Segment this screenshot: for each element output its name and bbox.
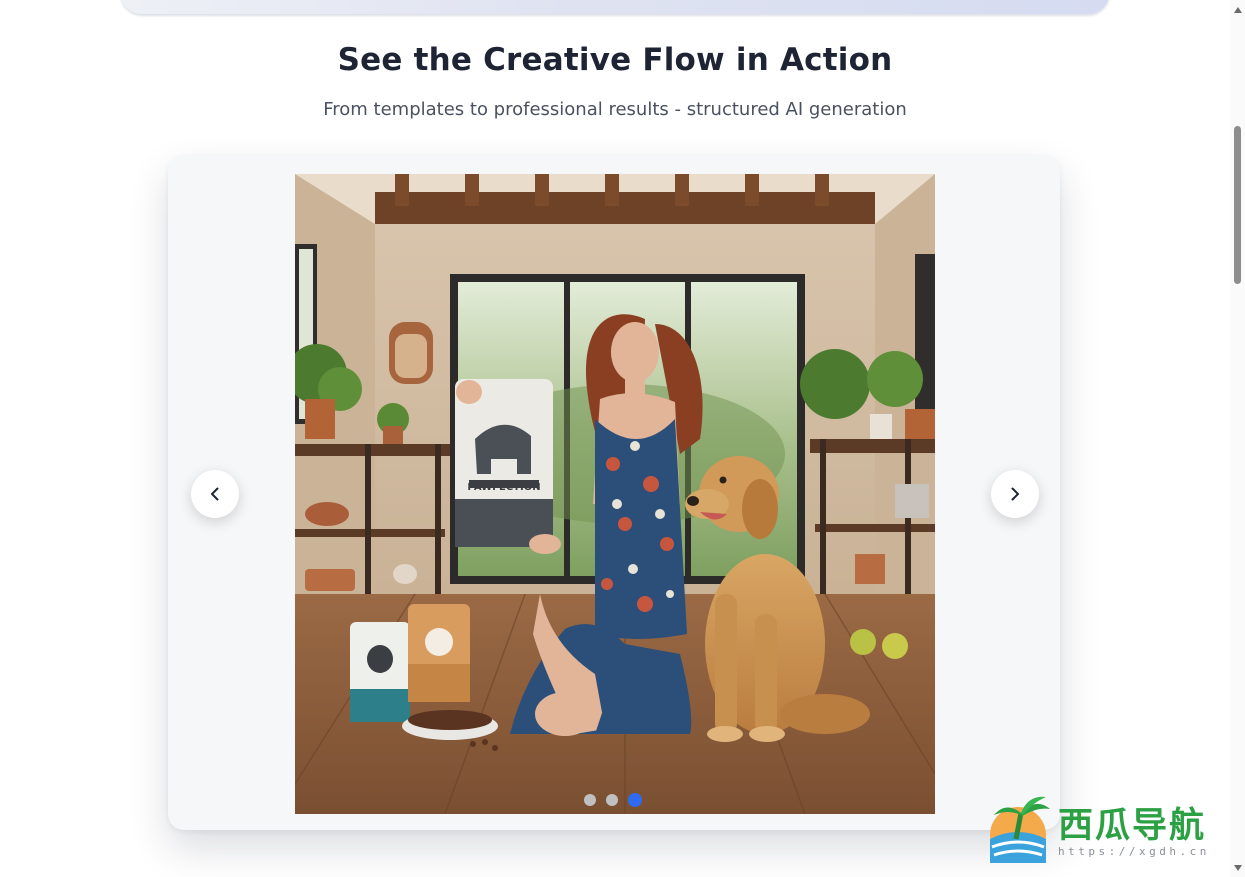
section-subtitle: From templates to professional results -… <box>323 99 907 120</box>
slide-image: PAWFECTION <box>295 174 935 814</box>
section-title: See the Creative Flow in Action <box>337 42 893 78</box>
carousel-dot-1[interactable] <box>584 794 596 806</box>
carousel-dot-3-active[interactable] <box>628 793 642 807</box>
top-banner <box>120 0 1110 14</box>
carousel-prev-button[interactable] <box>191 470 239 518</box>
vertical-scrollbar[interactable] <box>1230 0 1245 877</box>
scroll-down-arrow-icon[interactable] <box>1230 860 1245 875</box>
scroll-up-arrow-icon[interactable] <box>1230 2 1245 17</box>
chevron-left-icon <box>211 487 219 501</box>
carousel-dots <box>584 793 642 807</box>
scrollbar-thumb[interactable] <box>1234 126 1241 284</box>
carousel-dot-2[interactable] <box>606 794 618 806</box>
watermark: 西瓜导航 https://xgdh.cn <box>988 795 1228 865</box>
watermelon-logo-icon <box>990 796 1050 863</box>
carousel-next-button[interactable] <box>991 470 1039 518</box>
watermark-text: 西瓜导航 <box>1058 806 1207 846</box>
product-brand: PAWFECTION <box>467 482 540 493</box>
watermark-url: https://xgdh.cn <box>1058 845 1210 858</box>
chevron-right-icon <box>1011 487 1019 501</box>
